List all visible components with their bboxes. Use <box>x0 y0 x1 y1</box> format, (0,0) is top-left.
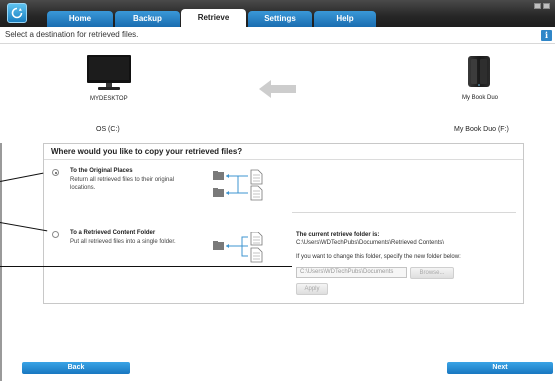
current-folder-label: The current retrieve folder is: <box>296 232 380 238</box>
next-button[interactable]: Next <box>447 362 553 374</box>
instruction-bar: Select a destination for retrieved files… <box>0 27 555 44</box>
external-drive-icon <box>468 56 490 87</box>
app-logo-icon <box>7 3 27 23</box>
change-folder-hint: If you want to change this folder, speci… <box>296 254 461 260</box>
callout-line-1 <box>0 172 44 182</box>
original-places-desc-line1: Return all retrieved files to their orig… <box>70 177 175 183</box>
original-places-desc-line2: locations. <box>70 185 96 191</box>
info-icon[interactable]: i <box>541 30 552 41</box>
panel-heading: Where would you like to copy your retrie… <box>51 147 243 156</box>
title-bar: Home Backup Retrieve Settings Help <box>0 0 555 27</box>
computer-monitor-icon <box>87 55 131 90</box>
callout-line-3 <box>0 266 292 267</box>
retrieved-folder-desc: Put all retrieved files into a single fo… <box>70 239 176 245</box>
retrieved-folder-radio[interactable] <box>52 231 59 238</box>
tab-retrieve[interactable]: Retrieve <box>181 9 246 27</box>
external-drive-name: My Book Duo <box>462 95 499 101</box>
browse-button[interactable]: Browse... <box>410 267 454 279</box>
original-places-title: To the Original Places <box>70 168 133 174</box>
back-button[interactable]: Back <box>22 362 130 374</box>
original-places-diagram-icon <box>213 169 263 201</box>
tab-home[interactable]: Home <box>47 11 113 27</box>
computer-drive-label: OS (C:) <box>96 126 120 133</box>
tab-settings[interactable]: Settings <box>248 11 312 27</box>
minimize-button[interactable] <box>534 3 541 9</box>
panel-header: Where would you like to copy your retrie… <box>44 144 523 160</box>
transfer-arrow-icon <box>259 80 296 98</box>
retrieved-folder-title: To a Retrieved Content Folder <box>70 230 156 236</box>
instruction-text: Select a destination for retrieved files… <box>5 30 139 39</box>
tab-backup[interactable]: Backup <box>115 11 180 27</box>
window-controls <box>534 3 550 9</box>
current-folder-path: C:\Users\WDTechPubs\Documents\Retrieved … <box>296 240 445 246</box>
options-divider <box>292 212 516 213</box>
computer-name: MYDESKTOP <box>90 96 128 102</box>
destination-panel: Where would you like to copy your retrie… <box>43 143 524 304</box>
original-places-radio[interactable] <box>52 169 59 176</box>
new-folder-input[interactable]: C:\Users\WDTechPubs\Documents <box>296 267 407 278</box>
callout-line-2 <box>0 222 48 232</box>
tab-help[interactable]: Help <box>314 11 376 27</box>
retrieved-folder-diagram-icon <box>213 232 263 263</box>
external-drive-label: My Book Duo (F:) <box>454 126 509 133</box>
callout-guide-bar <box>0 143 2 381</box>
apply-button[interactable]: Apply <box>296 283 328 295</box>
close-button[interactable] <box>543 3 550 9</box>
